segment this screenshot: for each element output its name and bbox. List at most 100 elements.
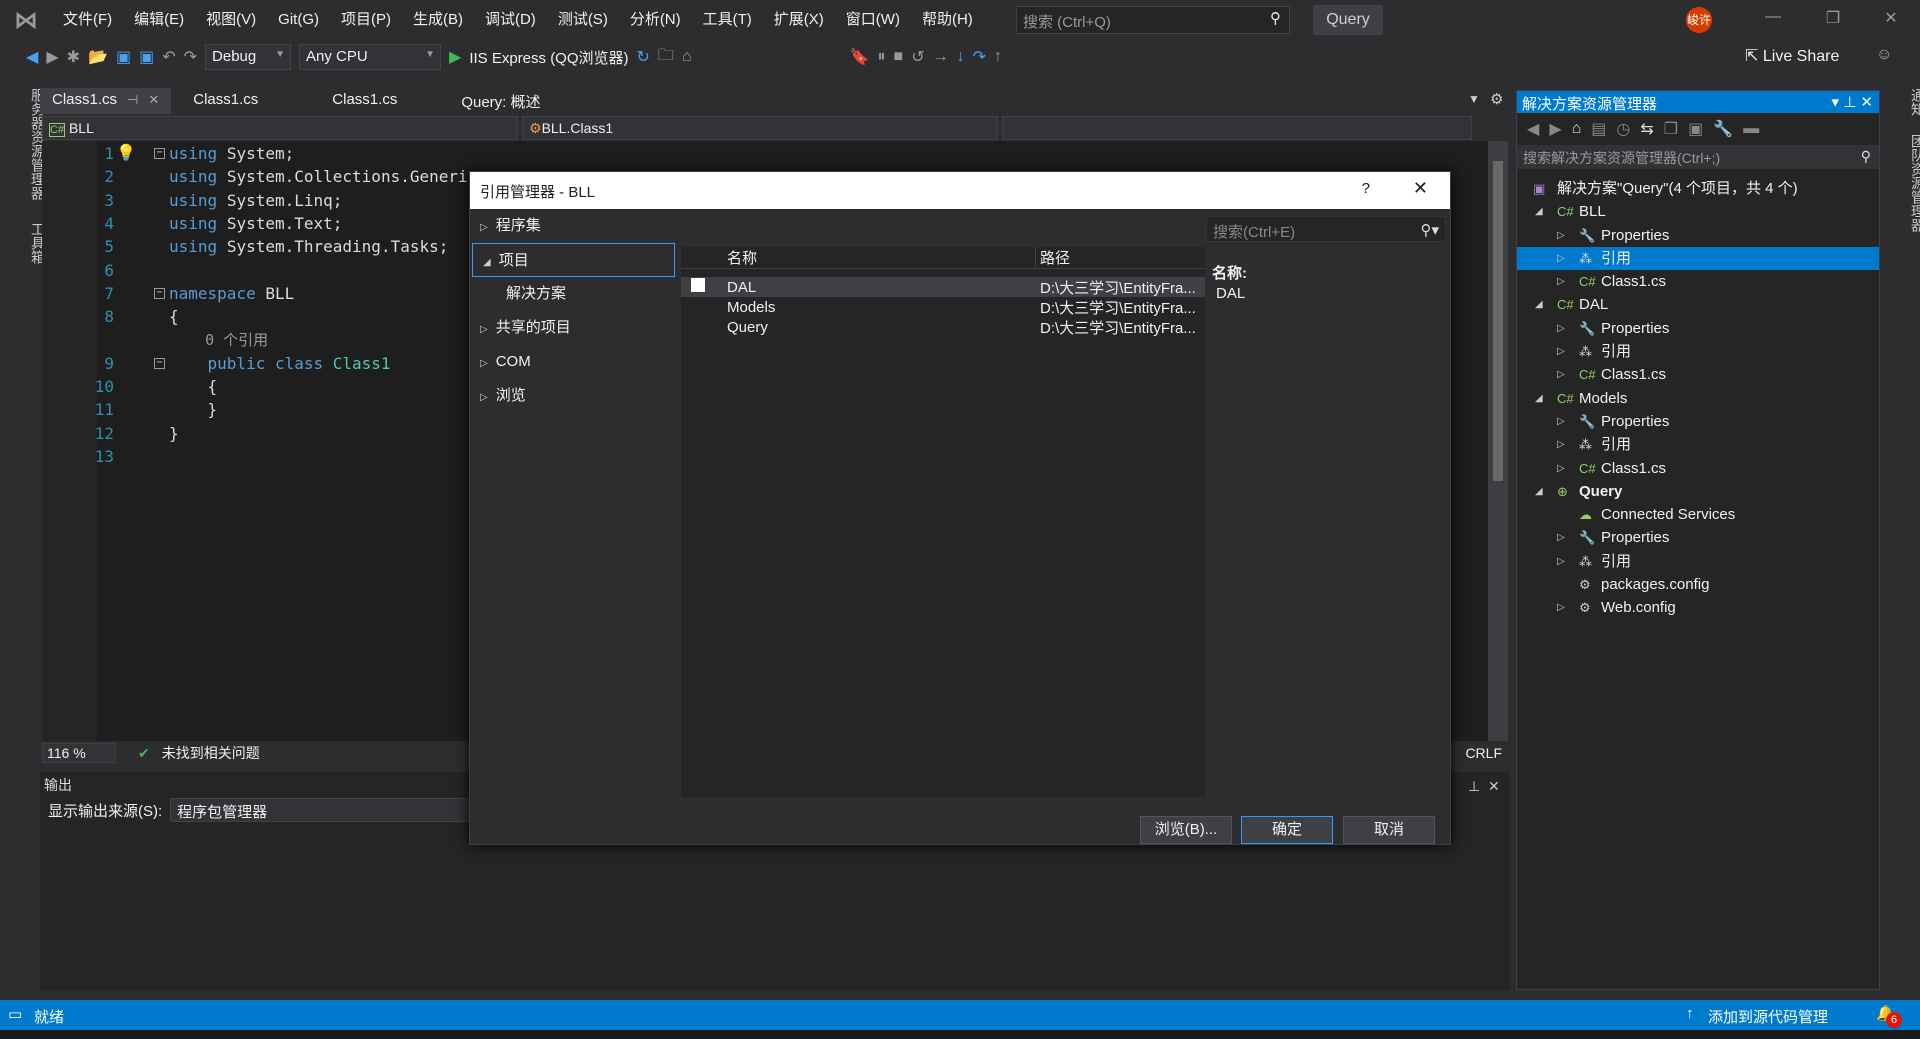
close-dialog-icon[interactable]: ✕ (1413, 178, 1428, 199)
pause-icon[interactable]: ⏸ (878, 48, 886, 66)
tree-item[interactable]: ▷ ⁂ 引用 (1517, 340, 1879, 363)
column-name[interactable]: 名称 (723, 247, 1036, 268)
editor-scrollbar[interactable] (1488, 141, 1508, 741)
collapsed-arrow-icon[interactable]: ▷ (1557, 270, 1565, 293)
show-next-statement-icon[interactable]: → (933, 48, 949, 66)
save-icon[interactable]: ▣ (116, 47, 131, 67)
browse-button[interactable]: 浏览(B)... (1140, 816, 1232, 844)
gear-icon[interactable]: ⚙ (1490, 90, 1503, 108)
tree-item[interactable]: ▷ 🔧 Properties (1517, 224, 1879, 247)
tree-item[interactable]: ▷ ⁂ 引用 (1517, 433, 1879, 456)
collapsed-arrow-icon[interactable]: ▷ (1557, 526, 1565, 549)
dialog-nav-item[interactable]: ◢ 项目 (472, 243, 675, 277)
collapsed-arrow-icon[interactable]: ▷ (1557, 363, 1565, 386)
collapse-all-icon[interactable]: ❐ (1664, 119, 1678, 139)
close-tab-icon[interactable]: ✕ (148, 92, 159, 107)
tree-item[interactable]: ☁ Connected Services (1517, 503, 1879, 526)
menu-item[interactable]: 项目(P) (330, 0, 402, 40)
scrollbar-thumb[interactable] (1493, 161, 1503, 481)
quick-search-input[interactable]: 搜索 (Ctrl+Q) ⚲ (1016, 6, 1290, 34)
expanded-arrow-icon[interactable]: ◢ (1535, 387, 1543, 410)
step-over-icon[interactable]: ↷ (973, 47, 986, 67)
dialog-nav-item[interactable]: ▷ 浏览 (470, 379, 677, 413)
properties-icon[interactable]: 🔧 (1713, 119, 1733, 139)
dialog-nav-item[interactable]: ▷ 程序集 (470, 209, 677, 243)
step-into-icon[interactable]: ↓ (957, 48, 965, 66)
tree-item[interactable]: ◢ ⊕ Query (1517, 480, 1879, 503)
close-panel-icon[interactable]: ✕ (1488, 778, 1500, 795)
back-icon[interactable]: ◀ (1527, 119, 1539, 139)
step-out-icon[interactable]: ↑ (994, 48, 1002, 66)
dialog-nav-item[interactable]: ▷ 共享的项目 (470, 311, 677, 345)
tab-list-dropdown-icon[interactable]: ▼ (1468, 92, 1480, 106)
collapsed-arrow-icon[interactable]: ▷ (1557, 410, 1565, 433)
live-share-button[interactable]: ⇱ Live Share (1745, 46, 1839, 66)
tree-item[interactable]: ▷ ⚙ Web.config (1517, 596, 1879, 619)
menu-item[interactable]: 帮助(H) (911, 0, 984, 40)
menu-item[interactable]: 测试(S) (547, 0, 619, 40)
collapsed-arrow-icon[interactable]: ▷ (1557, 340, 1565, 363)
menu-item[interactable]: 扩展(X) (763, 0, 835, 40)
collapsed-arrow-icon[interactable]: ▷ (1557, 224, 1565, 247)
expanded-arrow-icon[interactable]: ◢ (1535, 200, 1543, 223)
notifications-tab[interactable]: 通知 (1888, 88, 1920, 116)
reference-checkbox[interactable] (691, 278, 705, 292)
preview-icon[interactable]: ▬ (1743, 120, 1759, 138)
back-icon[interactable]: ◀ (26, 47, 38, 67)
configuration-select[interactable]: Debug ▼ (205, 44, 292, 70)
run-icon[interactable]: ▶ (449, 47, 461, 67)
redo-icon[interactable]: ↷ (184, 47, 197, 67)
menu-item[interactable]: 调试(D) (474, 0, 547, 40)
run-target-button[interactable]: IIS Express (QQ浏览器) (469, 47, 628, 68)
tree-item[interactable]: ◢ C# BLL (1517, 200, 1879, 223)
pending-changes-icon[interactable]: ◷ (1616, 119, 1630, 139)
collapse-toggle-icon[interactable]: − (154, 357, 165, 369)
switch-views-icon[interactable]: ▤ (1591, 119, 1606, 139)
reference-row[interactable]: Models D:\大三学习\EntityFra... (681, 297, 1205, 317)
tree-item[interactable]: ▣ 解决方案"Query"(4 个项目，共 4 个) (1517, 177, 1879, 200)
reference-search-input[interactable]: 搜索(Ctrl+E) ⚲▾ (1206, 216, 1446, 242)
zoom-select[interactable]: 116 % (42, 743, 116, 763)
member-dropdown[interactable] (1002, 116, 1472, 140)
collapsed-arrow-icon[interactable]: ▷ (1557, 550, 1565, 573)
lightbulb-icon[interactable]: 💡 (116, 143, 136, 163)
dropdown-icon[interactable]: ▾ (1831, 94, 1839, 111)
collapsed-arrow-icon[interactable]: ▷ (1557, 433, 1565, 456)
type-dropdown[interactable]: ⚙BLL.Class1 (522, 116, 998, 140)
restore-icon[interactable]: ❐ (1818, 8, 1848, 28)
output-source-select[interactable]: 程序包管理器 (170, 798, 471, 822)
find-in-files-icon[interactable]: 🗀 (658, 44, 674, 71)
feedback-icon[interactable]: ☺ (1876, 46, 1892, 64)
stop-icon[interactable]: ■ (894, 48, 904, 66)
collapsed-arrow-icon[interactable]: ▷ (1557, 596, 1565, 619)
collapsed-arrow-icon[interactable]: ▷ (1557, 247, 1565, 270)
platform-select[interactable]: Any CPU ▼ (299, 44, 442, 70)
undo-icon[interactable]: ↶ (162, 47, 175, 67)
solution-explorer-search[interactable]: 搜索解决方案资源管理器(Ctrl+;) ⚲ (1517, 145, 1879, 169)
add-to-source-control-button[interactable]: 添加到源代码管理 (1708, 1006, 1828, 1027)
collapse-toggle-icon[interactable]: − (154, 148, 165, 159)
pin-icon[interactable]: ⊣ (127, 92, 138, 107)
menu-item[interactable]: Git(G) (267, 0, 330, 40)
tree-item[interactable]: ▷ C# Class1.cs (1517, 457, 1879, 480)
reference-row[interactable]: DAL D:\大三学习\EntityFra... (681, 277, 1205, 297)
bookmark-icon[interactable]: 🔖 (850, 47, 870, 67)
tree-item[interactable]: ◢ C# Models (1517, 387, 1879, 410)
menu-item[interactable]: 编辑(E) (123, 0, 195, 40)
open-folder-icon[interactable]: 📂 (88, 47, 108, 67)
tab-query-overview[interactable]: Query: 概述 (449, 88, 552, 114)
dialog-nav-item[interactable]: ▷ COM (470, 345, 677, 379)
menu-item[interactable]: 分析(N) (619, 0, 692, 40)
tab-class1-dal[interactable]: Class1.cs (181, 88, 270, 114)
show-all-files-icon[interactable]: ▣ (1688, 119, 1703, 139)
new-project-icon[interactable]: ✱ (67, 47, 80, 67)
reference-row[interactable]: Query D:\大三学习\EntityFra... (681, 317, 1205, 337)
tree-item[interactable]: ◢ C# DAL (1517, 293, 1879, 316)
browser-link-icon[interactable]: ⌂ (682, 48, 692, 66)
collapse-toggle-icon[interactable]: − (154, 287, 165, 299)
line-ending-indicator[interactable]: CRLF (1465, 745, 1502, 761)
forward-icon[interactable]: ▶ (46, 47, 58, 67)
pin-icon[interactable]: ⊥ (1843, 94, 1856, 111)
project-dropdown[interactable]: C# BLL (42, 116, 518, 140)
restart-icon[interactable]: ↺ (911, 47, 924, 67)
